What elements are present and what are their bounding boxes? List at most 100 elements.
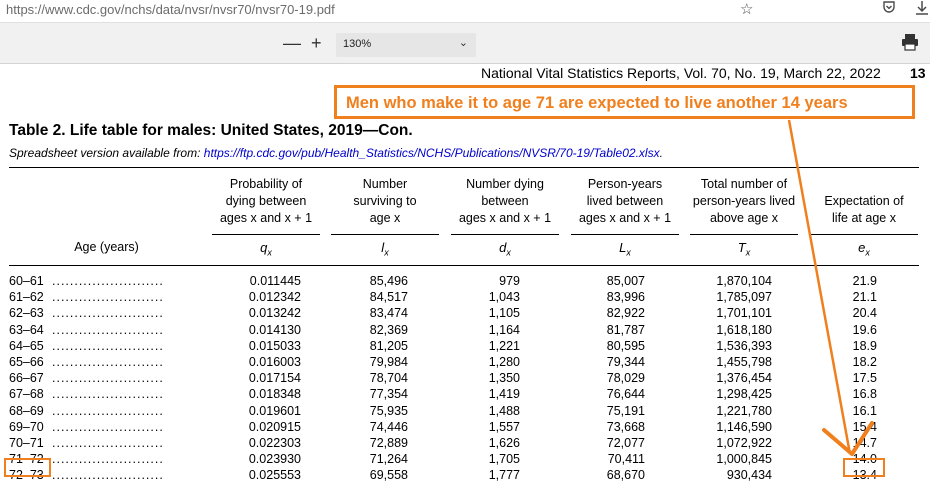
row-8-T: 1,221,780 — [716, 403, 772, 418]
url-bar[interactable]: https://www.cdc.gov/nchs/data/nvsr/nvsr7… — [0, 0, 930, 23]
l-column-header: Number surviving to age x — [331, 176, 439, 227]
l-underline — [331, 234, 439, 235]
row-6-T: 1,376,454 — [716, 371, 772, 386]
row-1-q: 0.012342 — [248, 290, 301, 305]
print-icon[interactable] — [901, 33, 921, 55]
L-header-line2: lived between — [586, 194, 664, 208]
table-subtitle: Spreadsheet version available from: http… — [9, 146, 663, 160]
table-top-rule — [9, 167, 919, 168]
zoom-select[interactable]: 130% ⌄ — [336, 33, 476, 57]
row-4-l: 81,205 — [369, 338, 408, 353]
row-6-d: 1,350 — [488, 371, 520, 386]
row-6-age: 66–67 — [9, 371, 44, 386]
row-8-q: 0.019601 — [248, 403, 301, 418]
row-1-L: 83,996 — [606, 290, 645, 305]
row-7-l: 77,354 — [369, 387, 408, 402]
row-10-l: 72,889 — [369, 436, 408, 450]
L-underline — [571, 234, 679, 235]
row-9-age: 69–70 — [9, 419, 44, 434]
row-8-age: 68–69 — [9, 403, 44, 418]
d-underline — [451, 234, 559, 235]
row-2-d: 1,105 — [488, 306, 520, 321]
row-2-l: 83,474 — [369, 306, 408, 321]
zoom-out-icon[interactable]: — — [283, 32, 301, 54]
row-3-d: 1,164 — [488, 322, 520, 337]
row-2-T: 1,701,101 — [716, 306, 772, 321]
e-header-line1: Expectation of — [824, 194, 904, 208]
row-3-T: 1,618,180 — [716, 322, 772, 337]
spreadsheet-link[interactable]: https://ftp.cdc.gov/pub/Health_Statistic… — [204, 146, 660, 160]
zoom-value: 130% — [343, 38, 372, 50]
url-text[interactable]: https://www.cdc.gov/nchs/data/nvsr/nvsr7… — [6, 2, 335, 17]
row-8-d: 1,488 — [488, 403, 520, 418]
T-header-line1: Total number of — [700, 177, 788, 191]
table-header-rule — [9, 265, 919, 266]
row-leader-dots: ......................... — [52, 306, 164, 321]
row-11-l: 71,264 — [369, 452, 408, 467]
zoom-in-icon[interactable]: + — [311, 32, 322, 54]
q-column-header: Probability of dying between ages x and … — [212, 176, 320, 227]
d-symbol: dx — [451, 240, 559, 258]
row-11-d: 1,705 — [488, 452, 520, 467]
l-symbol: lx — [331, 240, 439, 258]
row-3-q: 0.014130 — [248, 322, 301, 337]
row-8-e: 16.1 — [852, 403, 877, 418]
row-leader-dots: ......................... — [52, 403, 164, 418]
row-7-L: 76,644 — [606, 387, 645, 402]
row-3-age: 63–64 — [9, 322, 44, 337]
L-column-header: Person-years lived between ages x and x … — [571, 176, 679, 227]
row-1-age: 61–62 — [9, 290, 44, 305]
star-icon[interactable]: ☆ — [740, 0, 753, 20]
row-2-L: 82,922 — [606, 306, 645, 321]
row-6-e: 17.5 — [852, 371, 877, 386]
row-leader-dots: ......................... — [52, 322, 164, 337]
row-0-d: 979 — [499, 274, 520, 288]
row-1-d: 1,043 — [488, 290, 520, 305]
q-underline — [212, 234, 320, 235]
row-1-T: 1,785,097 — [716, 290, 772, 305]
row-10-q: 0.022303 — [248, 436, 301, 450]
l-header-line1: Number — [362, 177, 408, 191]
row-4-T: 1,536,393 — [716, 338, 772, 353]
row-6-l: 78,704 — [369, 371, 408, 386]
row-4-age: 64–65 — [9, 338, 44, 353]
row-4-d: 1,221 — [488, 338, 520, 353]
T-header-line2: person-years lived — [692, 194, 796, 208]
row-0-age: 60–61 — [9, 274, 44, 288]
e-symbol-sub: x — [865, 247, 870, 258]
row-11-L: 70,411 — [607, 452, 645, 467]
row-10-T: 1,072,922 — [716, 436, 772, 450]
T-symbol: Tx — [690, 240, 798, 258]
row-6-L: 78,029 — [606, 371, 645, 386]
row-5-age: 65–66 — [9, 355, 44, 369]
pocket-icon[interactable] — [882, 0, 896, 20]
row-4-L: 80,595 — [606, 338, 645, 353]
chevron-down-icon: ⌄ — [458, 37, 468, 49]
row-12-d: 1,777 — [488, 468, 520, 483]
e-column-header: Expectation of life at age x — [810, 193, 918, 227]
row-leader-dots: ......................... — [52, 290, 164, 305]
row-0-q: 0.011445 — [249, 274, 301, 288]
row-12-T: 930,434 — [726, 468, 772, 483]
T-underline — [690, 234, 798, 235]
T-symbol-sub: x — [745, 247, 751, 258]
row-7-e: 16.8 — [852, 387, 877, 402]
T-column-header: Total number of person-years lived above… — [690, 176, 798, 227]
d-header-line3: ages x and x + 1 — [458, 211, 552, 225]
row-leader-dots: ......................... — [52, 371, 164, 386]
l-symbol-sub: x — [384, 247, 389, 258]
row-7-T: 1,298,425 — [716, 387, 772, 402]
row-7-q: 0.018348 — [248, 387, 301, 402]
row-8-L: 75,191 — [606, 403, 645, 418]
row-2-age: 62–63 — [9, 306, 44, 321]
row-9-T: 1,146,590 — [716, 419, 772, 434]
row-5-d: 1,280 — [488, 355, 520, 369]
row-leader-dots: ......................... — [52, 436, 164, 450]
row-leader-dots: ......................... — [52, 387, 164, 402]
L-header-line3: ages x and x + 1 — [578, 211, 672, 225]
download-icon[interactable] — [915, 0, 929, 22]
row-leader-dots: ......................... — [52, 338, 164, 353]
d-header-line1: Number dying — [466, 177, 544, 191]
row-1-l: 84,517 — [369, 290, 408, 305]
d-symbol-sub: x — [506, 247, 511, 258]
